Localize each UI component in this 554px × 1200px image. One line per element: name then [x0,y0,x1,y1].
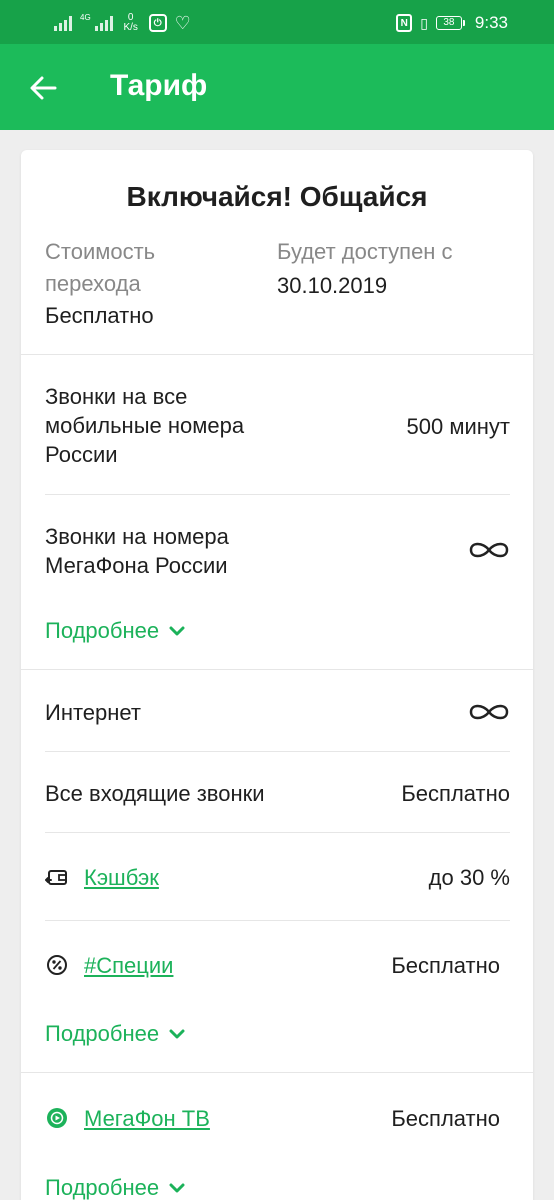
divider [45,920,510,921]
divider [21,669,533,670]
infinity-icon [469,704,509,720]
status-left: 4G 0 K/s ⏻ ♡ [54,10,191,36]
more-label: Подробнее [45,1021,160,1046]
cashback-link[interactable]: Кэшбэк [84,863,159,892]
percent-badge-icon [45,953,69,977]
incoming-calls-value: Бесплатно [401,781,510,806]
chevron-down-icon [169,626,185,636]
more-label: Подробнее [45,618,160,643]
nfc-icon: N [396,14,413,32]
divider [45,494,510,495]
cashback-icon [45,866,69,890]
more-label: Подробнее [45,1175,160,1200]
vibrate-icon: ▯ [420,14,428,31]
status-right: N ▯ 38 9:33 [396,10,508,36]
page-title: Тариф [110,69,208,102]
divider [21,354,533,355]
signal-icon-2 [94,15,113,31]
infinity-icon [469,542,509,558]
more-button-calls[interactable]: Подробнее [45,617,185,645]
divider [45,832,510,833]
calls-mobile-value: 500 минут [406,414,510,439]
play-circle-icon [45,1106,69,1130]
cashback-link-text[interactable]: Кэшбэк [84,865,159,890]
more-button-tv[interactable]: Подробнее [45,1174,185,1200]
available-from-label: Будет доступен с [277,239,453,264]
tariff-card: Включайся! Общайся Стоимость перехода Бе… [21,150,533,1200]
spices-link[interactable]: #Специи [84,951,173,980]
available-from-value: 30.10.2019 [277,273,388,298]
megafon-tv-link-text[interactable]: МегаФон ТВ [84,1106,210,1131]
spices-link-text[interactable]: #Специи [84,953,173,978]
battery-icon: 38 [435,16,465,30]
megafon-tv-link[interactable]: МегаФон ТВ [84,1104,210,1133]
arrow-left-icon [30,76,57,100]
network-speed: 0 K/s [121,13,141,33]
internet-label: Интернет [45,700,141,725]
battery-level: 38 [435,16,462,30]
health-icon: ♡ [174,13,191,33]
network-type-label: 4G [80,12,91,22]
app-notification-icon: ⏻ [148,14,167,32]
back-button[interactable] [26,72,60,104]
incoming-calls-label: Все входящие звонки [45,781,265,806]
calls-megafon-label: Звонки на номера МегаФона России [45,524,229,578]
network-speed-unit: K/s [123,22,138,33]
divider [45,751,510,752]
tariff-name: Включайся! Общайся [126,181,428,212]
transition-cost-value: Бесплатно [45,303,154,328]
chevron-down-icon [169,1183,185,1193]
transition-cost-label: Стоимость перехода [45,239,156,296]
chevron-down-icon [169,1029,185,1039]
more-button-spices[interactable]: Подробнее [45,1020,185,1048]
cashback-value: до 30 % [428,865,510,890]
clock: 9:33 [474,13,508,32]
divider [21,1072,533,1073]
calls-mobile-label: Звонки на все мобильные номера России [45,384,245,467]
status-bar: 4G 0 K/s ⏻ ♡ N ▯ 38 9:33 [0,0,554,44]
spices-value: Бесплатно [391,953,500,978]
signal-icon [54,15,72,31]
megafon-tv-value: Бесплатно [391,1106,500,1131]
app-bar: Тариф [0,44,554,130]
